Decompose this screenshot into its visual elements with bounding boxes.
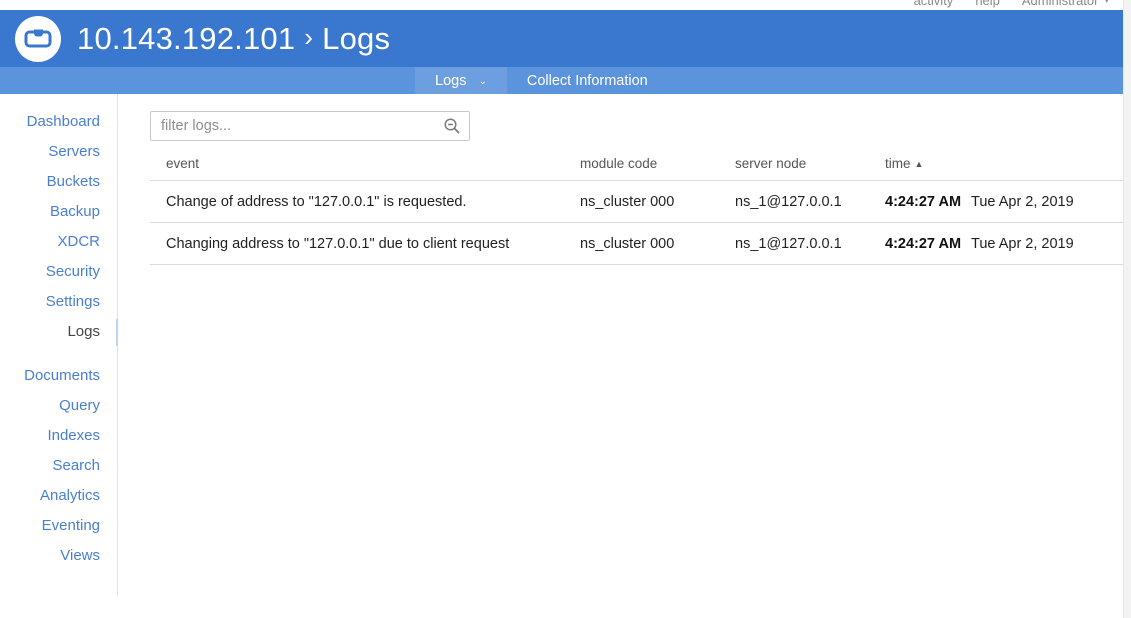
app-header: 10.143.192.101 › Logs <box>0 10 1123 67</box>
cell-server-node: ns_1@127.0.0.1 <box>735 181 885 223</box>
sidebar-item-search[interactable]: Search <box>0 451 117 481</box>
breadcrumb-cluster[interactable]: 10.143.192.101 <box>77 21 295 57</box>
sidebar-group-data: Documents Query Indexes Search Analytics… <box>0 361 117 571</box>
sidebar-item-logs[interactable]: Logs <box>0 317 117 347</box>
sidebar-item-query[interactable]: Query <box>0 391 117 421</box>
cell-time-clock: 4:24:27 AM <box>885 236 961 252</box>
couchbase-logo-icon[interactable] <box>15 16 61 62</box>
topbar-administrator[interactable]: Administrator <box>1022 0 1099 8</box>
breadcrumb-separator-icon: › <box>304 22 313 53</box>
cell-server-node: ns_1@127.0.0.1 <box>735 223 885 265</box>
table-row[interactable]: Changing address to "127.0.0.1" due to c… <box>150 223 1123 265</box>
logs-table: event module code server node time ▲ Chan… <box>150 156 1123 265</box>
sidebar-item-dashboard[interactable]: Dashboard <box>0 107 117 137</box>
cell-time: 4:24:27 AM Tue Apr 2, 2019 <box>885 181 1123 223</box>
chevron-down-icon[interactable]: ▾ <box>1104 0 1109 6</box>
sidebar-item-buckets[interactable]: Buckets <box>0 167 117 197</box>
sidebar: Dashboard Servers Buckets Backup XDCR Se… <box>0 94 118 595</box>
vertical-scrollbar[interactable] <box>1123 0 1131 618</box>
top-utility-bar: activity help Administrator ▾ <box>0 0 1123 10</box>
couchbase-logs-page: activity help Administrator ▾ 10.143.192… <box>0 0 1131 618</box>
tab-collect-information-label: Collect Information <box>527 73 648 89</box>
sidebar-item-security[interactable]: Security <box>0 257 117 287</box>
column-header-event[interactable]: event <box>150 156 580 181</box>
sidebar-item-servers[interactable]: Servers <box>0 137 117 167</box>
chevron-down-icon[interactable]: ⌄ <box>478 77 486 87</box>
logs-table-body: Change of address to "127.0.0.1" is requ… <box>150 181 1123 265</box>
sidebar-group-divider <box>0 347 117 361</box>
column-header-server-node[interactable]: server node <box>735 156 885 181</box>
sidebar-item-backup[interactable]: Backup <box>0 197 117 227</box>
breadcrumb-section: Logs <box>322 21 390 57</box>
logs-table-head: event module code server node time ▲ <box>150 156 1123 181</box>
sidebar-item-indexes[interactable]: Indexes <box>0 421 117 451</box>
cell-time-clock: 4:24:27 AM <box>885 194 961 210</box>
filter-logs-field <box>150 111 470 141</box>
page-title: 10.143.192.101 › Logs <box>77 21 390 57</box>
sidebar-group-cluster: Dashboard Servers Buckets Backup XDCR Se… <box>0 107 117 347</box>
tab-logs-label: Logs <box>435 73 466 89</box>
table-header-row: event module code server node time ▲ <box>150 156 1123 181</box>
secondary-nav: Logs ⌄ Collect Information <box>0 67 1123 94</box>
search-input[interactable] <box>150 111 470 141</box>
sidebar-item-analytics[interactable]: Analytics <box>0 481 117 511</box>
tab-collect-information[interactable]: Collect Information <box>507 67 668 94</box>
topbar-activity[interactable]: activity <box>914 0 954 8</box>
cell-event: Changing address to "127.0.0.1" due to c… <box>150 223 580 265</box>
sort-ascending-icon[interactable]: ▲ <box>915 159 924 169</box>
cell-event: Change of address to "127.0.0.1" is requ… <box>150 181 580 223</box>
cell-time: 4:24:27 AM Tue Apr 2, 2019 <box>885 223 1123 265</box>
subnav-spacer <box>0 67 415 94</box>
table-row[interactable]: Change of address to "127.0.0.1" is requ… <box>150 181 1123 223</box>
main-content: event module code server node time ▲ Chan… <box>118 94 1123 618</box>
sidebar-item-settings[interactable]: Settings <box>0 287 117 317</box>
sidebar-item-views[interactable]: Views <box>0 541 117 571</box>
cell-time-date: Tue Apr 2, 2019 <box>971 236 1074 252</box>
sidebar-item-eventing[interactable]: Eventing <box>0 511 117 541</box>
sidebar-item-documents[interactable]: Documents <box>0 361 117 391</box>
tab-logs[interactable]: Logs ⌄ <box>415 67 507 94</box>
column-header-time[interactable]: time ▲ <box>885 156 1123 181</box>
cell-module-code: ns_cluster 000 <box>580 181 735 223</box>
topbar-help[interactable]: help <box>975 0 1000 8</box>
cell-module-code: ns_cluster 000 <box>580 223 735 265</box>
column-header-module-code[interactable]: module code <box>580 156 735 181</box>
column-header-time-label: time <box>885 156 911 171</box>
sidebar-item-xdcr[interactable]: XDCR <box>0 227 117 257</box>
cell-time-date: Tue Apr 2, 2019 <box>971 194 1074 210</box>
